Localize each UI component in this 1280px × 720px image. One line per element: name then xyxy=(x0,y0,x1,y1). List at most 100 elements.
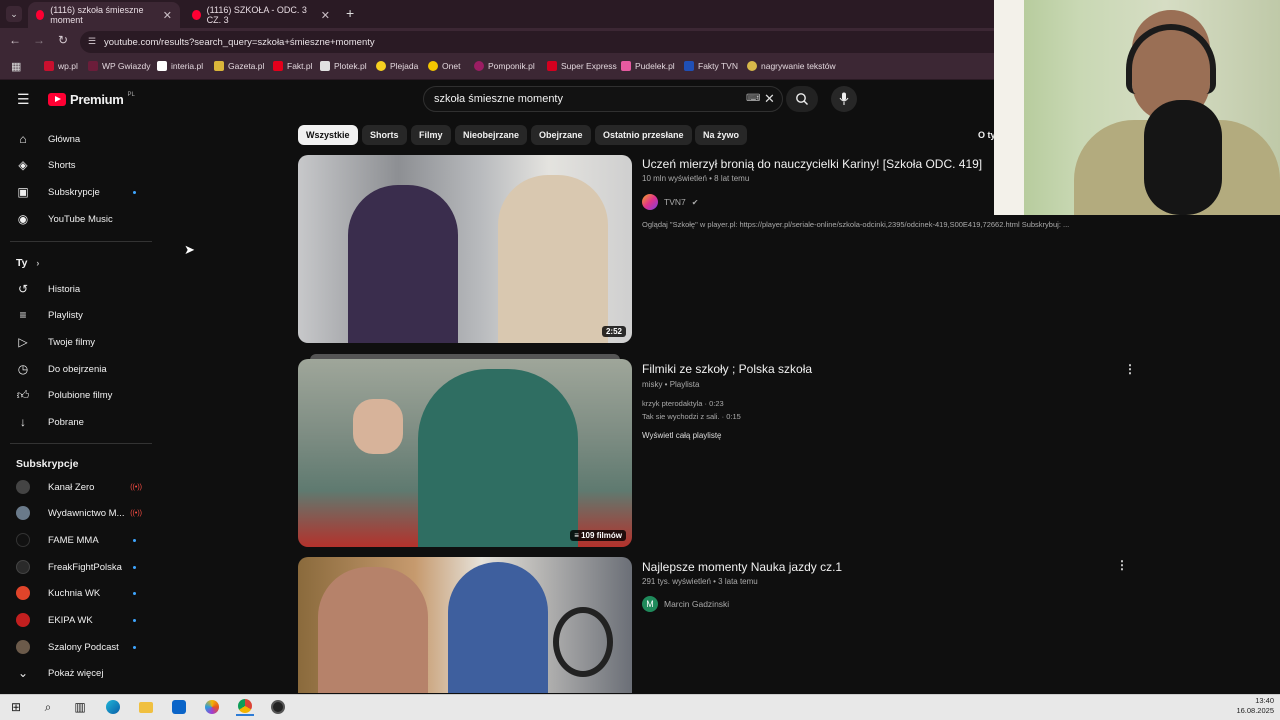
bookmark-pomponik[interactable]: Pomponik.pl xyxy=(474,61,535,71)
search-icon[interactable]: ⌕ xyxy=(39,698,57,716)
show-more-button[interactable]: ⌄ Pokaż więcej xyxy=(16,661,136,685)
sidebar-item-home[interactable]: ⌂ Główna xyxy=(16,127,136,151)
chrome-browser-icon[interactable] xyxy=(236,698,254,716)
bookmark-label: Pudelek.pl xyxy=(635,61,675,71)
bookmark-pudelek[interactable]: Pudelek.pl xyxy=(621,61,675,71)
mouse-cursor-icon: ➤ xyxy=(184,242,195,257)
forward-arrow-icon[interactable]: → xyxy=(32,33,46,47)
more-options-icon[interactable]: ⋮ xyxy=(1116,558,1128,572)
search-button[interactable] xyxy=(786,86,818,112)
bookmark-nagrywanie[interactable]: nagrywanie tekstów xyxy=(747,61,836,71)
chip-recently-uploaded[interactable]: Ostatnio przesłane xyxy=(595,125,692,145)
video-thumbnail[interactable] xyxy=(298,557,632,693)
webcam-microphone xyxy=(1144,100,1222,215)
search-input[interactable]: szkoła śmieszne momenty ⌨ ✕ xyxy=(423,86,783,112)
task-view-icon[interactable]: ▥ xyxy=(71,698,89,716)
bookmark-super-express[interactable]: Super Express xyxy=(547,61,617,71)
chip-unwatched[interactable]: Nieobejrzane xyxy=(455,125,528,145)
subscription-channel-szalony-podcast[interactable]: Szalony Podcast xyxy=(16,635,136,659)
chip-watched[interactable]: Obejrzane xyxy=(531,125,591,145)
back-arrow-icon[interactable]: ← xyxy=(8,33,22,47)
video-title[interactable]: Uczeń mierzył bronią do nauczycielki Kar… xyxy=(642,157,982,171)
video-thumbnail[interactable]: 2:52 xyxy=(298,155,632,343)
new-content-dot xyxy=(133,190,136,194)
keyboard-icon[interactable]: ⌨ xyxy=(746,93,760,104)
clear-search-icon[interactable]: ✕ xyxy=(764,91,775,107)
bookmark-onet[interactable]: Onet xyxy=(428,61,460,71)
channel-name: FreakFightPolska xyxy=(48,561,122,573)
chip-all[interactable]: Wszystkie xyxy=(298,125,358,145)
obs-recorder-icon[interactable] xyxy=(269,698,287,716)
chip-live[interactable]: Na żywo xyxy=(695,125,748,145)
channel-avatar xyxy=(16,613,30,627)
playlist-item[interactable]: krzyk pterodaktyla · 0:23 xyxy=(642,399,724,408)
sidebar-divider xyxy=(10,241,152,242)
subscription-channel-ekipa-wk[interactable]: EKIPA WK xyxy=(16,608,136,632)
browser-tab[interactable]: (1116) SZKOŁA - ODC. 3 CZ. 3 ✕ xyxy=(184,2,338,28)
site-info-icon[interactable]: ☰ xyxy=(88,36,96,47)
chip-videos[interactable]: Filmy xyxy=(411,125,451,145)
view-full-playlist-link[interactable]: Wyświetl całą playlistę xyxy=(642,431,722,440)
bookmark-label: Gazeta.pl xyxy=(228,61,265,71)
video-title[interactable]: Najlepsze momenty Nauka jazdy cz.1 xyxy=(642,560,842,574)
chip-shorts[interactable]: Shorts xyxy=(362,125,407,145)
webcam-window-frame xyxy=(994,0,1024,215)
channel-link[interactable]: TVN7 ✔ xyxy=(642,194,698,210)
reload-icon[interactable]: ↻ xyxy=(56,33,70,47)
bookmark-plotek[interactable]: Plotek.pl xyxy=(320,61,367,71)
channel-avatar xyxy=(16,586,30,600)
sidebar-item-youtube-music[interactable]: ◉ YouTube Music xyxy=(16,207,136,231)
subscription-channel-kuchnia-wk[interactable]: Kuchnia WK xyxy=(16,581,136,605)
channel-link[interactable]: M Marcin Gadzinski xyxy=(642,596,729,612)
close-tab-icon[interactable]: ✕ xyxy=(163,9,172,22)
subscription-channel-wydawnictwo[interactable]: Wydawnictwo M... ((•)) xyxy=(16,501,142,525)
voice-search-button[interactable] xyxy=(831,86,857,112)
sidebar-item-shorts[interactable]: ◈ Shorts xyxy=(16,153,136,177)
show-more-label: Pokaż więcej xyxy=(48,667,104,679)
playlist-item[interactable]: Tak sie wychodzi z sali. · 0:15 xyxy=(642,412,741,421)
youtube-premium-logo[interactable]: Premium PL xyxy=(48,92,135,107)
windows-taskbar xyxy=(0,694,1280,720)
subscriptions-icon: ▣ xyxy=(17,185,29,199)
sidebar-item-liked-videos[interactable]: 👍︎ Polubione filmy xyxy=(16,383,136,407)
bookmark-gazeta[interactable]: Gazeta.pl xyxy=(214,61,264,71)
outlook-icon[interactable] xyxy=(170,698,188,716)
system-clock[interactable]: 13:40 16.08.2025 xyxy=(1236,696,1274,716)
bookmark-label: Fakty TVN xyxy=(698,61,738,71)
channel-name: Marcin Gadzinski xyxy=(664,599,730,609)
sidebar-item-your-videos[interactable]: ▷ Twoje filmy xyxy=(16,330,136,354)
you-section-header[interactable]: Ty › xyxy=(16,257,39,269)
playlist-title[interactable]: Filmiki ze szkoły ; Polska szkoła xyxy=(642,362,812,376)
apps-grid-icon[interactable]: ▦ xyxy=(11,60,21,73)
sidebar-item-playlists[interactable]: ≡ Playlisty xyxy=(16,303,136,327)
browser-tab-active[interactable]: (1116) szkoła śmieszne moment ✕ xyxy=(28,2,180,28)
photos-icon[interactable] xyxy=(203,698,221,716)
tab-list-chevron-icon[interactable]: ⌄ xyxy=(6,6,22,22)
channel-avatar xyxy=(16,506,30,520)
bookmark-fakty-tvn[interactable]: Fakty TVN xyxy=(684,61,738,71)
subscription-channel-kanal-zero[interactable]: Kanał Zero ((•)) xyxy=(16,475,142,499)
windows-start-icon[interactable]: ⊞ xyxy=(7,698,25,716)
playlist-count-text: 109 filmów xyxy=(581,531,622,540)
file-explorer-icon[interactable] xyxy=(137,698,155,716)
playlist-thumbnail[interactable]: ≡ 109 filmów xyxy=(298,359,632,547)
close-tab-icon[interactable]: ✕ xyxy=(321,9,330,22)
sidebar-item-subscriptions[interactable]: ▣ Subskrypcje xyxy=(16,180,136,204)
chip-overflow-text[interactable]: O ty xyxy=(978,130,996,140)
bookmark-interia[interactable]: interia.pl xyxy=(157,61,203,71)
more-options-icon[interactable]: ⋮ xyxy=(1124,362,1136,376)
new-tab-button[interactable]: + xyxy=(346,5,354,21)
sidebar-item-watch-later[interactable]: ◷ Do obejrzenia xyxy=(16,357,136,381)
bookmark-wp-gwiazdy[interactable]: WP Gwiazdy xyxy=(88,61,151,71)
bookmark-wp[interactable]: wp.pl xyxy=(44,61,78,71)
subscription-channel-freakfightpolska[interactable]: FreakFightPolska xyxy=(16,555,136,579)
bookmark-fakt[interactable]: Fakt.pl xyxy=(273,61,313,71)
bookmark-plejada[interactable]: Plejada xyxy=(376,61,418,71)
edge-browser-icon[interactable] xyxy=(104,698,122,716)
subscription-channel-fame-mma[interactable]: FAME MMA xyxy=(16,528,136,552)
new-content-dot xyxy=(133,618,136,622)
sidebar-item-downloads[interactable]: ↓ Pobrane xyxy=(16,410,136,434)
sidebar-item-history[interactable]: ↺ Historia xyxy=(16,277,136,301)
menu-hamburger-icon[interactable]: ☰ xyxy=(17,91,30,108)
download-icon: ↓ xyxy=(20,415,26,429)
